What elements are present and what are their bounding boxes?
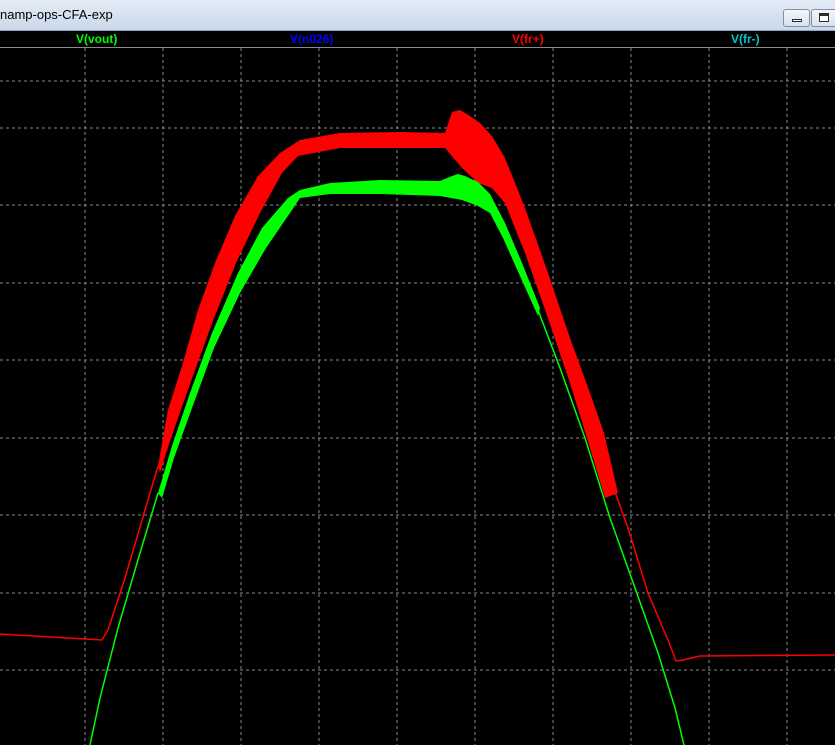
plot-grid — [0, 48, 835, 745]
minimize-button[interactable] — [783, 9, 810, 27]
trace-fr-plus-left — [0, 465, 159, 641]
legend-n026[interactable]: V(n026) — [290, 32, 333, 46]
legend-fr-plus[interactable]: V(fr+) — [512, 32, 544, 46]
window-title: namp-ops-CFA-exp — [0, 7, 113, 22]
waveform-window: namp-ops-CFA-exp V(vout) V(n026) V(fr+) … — [0, 0, 835, 745]
restore-icon — [819, 13, 829, 22]
plot-area[interactable] — [0, 48, 835, 745]
trace-vout-left — [89, 492, 159, 745]
trace-legend: V(vout) V(n026) V(fr+) V(fr-) — [0, 31, 835, 48]
minimize-icon — [792, 19, 802, 22]
trace-vout-right — [537, 309, 685, 745]
trace-vout-band — [158, 174, 540, 498]
trace-fr-plus-right — [609, 477, 835, 662]
restore-button[interactable] — [811, 9, 835, 27]
legend-vout[interactable]: V(vout) — [76, 32, 117, 46]
title-bar[interactable]: namp-ops-CFA-exp — [0, 0, 835, 31]
legend-fr-minus[interactable]: V(fr-) — [731, 32, 760, 46]
